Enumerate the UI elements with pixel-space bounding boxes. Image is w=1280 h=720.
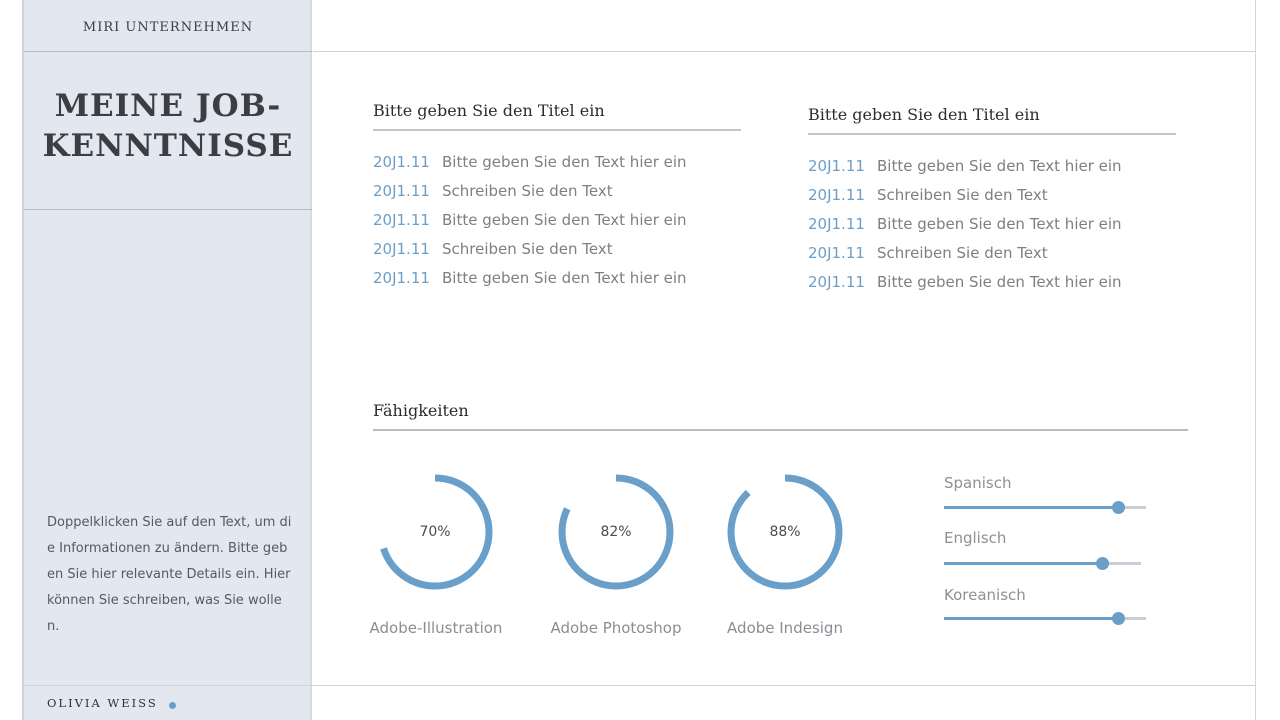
timeline-entry: 20J1.11 Schreiben Sie den Text <box>373 234 741 263</box>
entry-text: Bitte geben Sie den Text hier ein <box>442 210 687 229</box>
accent-dot-icon <box>169 702 176 709</box>
entry-year: 20J1.11 <box>808 243 865 262</box>
language-label: Koreanisch <box>944 586 1026 604</box>
column-rule <box>373 129 741 131</box>
entry-year: 20J1.11 <box>373 152 430 171</box>
slider-knob[interactable] <box>1111 612 1125 625</box>
entry-text: Bitte geben Sie den Text hier ein <box>442 152 687 171</box>
timeline-entry: 20J1.11 Schreiben Sie den Text <box>373 176 741 205</box>
timeline-entry: 20J1.11 Schreiben Sie den Text <box>808 238 1176 267</box>
skill-label: Adobe Indesign <box>727 619 843 637</box>
skill-label: Adobe-Illustration <box>369 619 503 637</box>
entry-text: Schreiben Sie den Text <box>877 243 1048 262</box>
timeline-list: 20J1.11 Bitte geben Sie den Text hier ein… <box>373 147 741 292</box>
timeline-entry: 20J1.11 Bitte geben Sie den Text hier ein <box>373 205 741 234</box>
progress-ring: 82% <box>554 470 678 594</box>
page-title-line-2: KENNTNISSE <box>42 128 294 164</box>
page-title: MEINE JOB- KENNTNISSE <box>24 86 312 166</box>
entry-year: 20J1.11 <box>808 214 865 233</box>
timeline-column-right: Bitte geben Sie den Titel ein 20J1.11 Bit… <box>808 105 1176 296</box>
slider-fill <box>944 617 1118 620</box>
entry-text: Schreiben Sie den Text <box>877 185 1048 204</box>
company-name: MIRI UNTERNEHMEN <box>82 20 254 35</box>
progress-ring: 70% <box>373 470 497 594</box>
progress-ring-percent: 88% <box>769 524 801 540</box>
timeline-entry: 20J1.11 Bitte geben Sie den Text hier ein <box>373 263 741 292</box>
language-label: Spanisch <box>944 474 1012 492</box>
frame-line-bottom <box>24 685 1256 686</box>
entry-text: Schreiben Sie den Text <box>442 181 613 200</box>
column-rule <box>808 133 1176 135</box>
skill-label: Adobe Photoshop <box>550 619 682 637</box>
entry-text: Bitte geben Sie den Text hier ein <box>877 214 1122 233</box>
column-title: Bitte geben Sie den Titel ein <box>808 105 1040 124</box>
entry-text: Bitte geben Sie den Text hier ein <box>442 268 687 287</box>
frame-line-right <box>1255 0 1256 720</box>
timeline-entry: 20J1.11 Bitte geben Sie den Text hier ein <box>373 147 741 176</box>
frame-line-top <box>313 51 1256 52</box>
slider-knob[interactable] <box>1095 557 1109 570</box>
progress-ring-percent: 70% <box>419 524 451 540</box>
entry-year: 20J1.11 <box>808 156 865 175</box>
slider-knob[interactable] <box>1111 501 1125 514</box>
timeline-entry: 20J1.11 Bitte geben Sie den Text hier ein <box>808 267 1176 296</box>
entry-year: 20J1.11 <box>373 210 430 229</box>
entry-year: 20J1.11 <box>808 272 865 291</box>
entry-text: Bitte geben Sie den Text hier ein <box>877 156 1122 175</box>
progress-ring: 88% <box>723 470 847 594</box>
entry-year: 20J1.11 <box>373 239 430 258</box>
slider-fill <box>944 562 1102 565</box>
entry-year: 20J1.11 <box>808 185 865 204</box>
entry-year: 20J1.11 <box>373 268 430 287</box>
progress-ring-percent: 82% <box>600 524 632 540</box>
entry-year: 20J1.11 <box>373 181 430 200</box>
sidebar: MIRI UNTERNEHMEN MEINE JOB- KENNTNISSE D… <box>24 0 312 720</box>
sidebar-divider <box>24 51 312 52</box>
person-name: OLIVIA WEISS <box>47 696 158 710</box>
column-title: Bitte geben Sie den Titel ein <box>373 101 605 120</box>
language-level-slider[interactable] <box>944 501 1146 514</box>
sidebar-divider <box>24 209 312 210</box>
entry-text: Bitte geben Sie den Text hier ein <box>877 272 1122 291</box>
timeline-list: 20J1.11 Bitte geben Sie den Text hier ein… <box>808 151 1176 296</box>
timeline-entry: 20J1.11 Schreiben Sie den Text <box>808 180 1176 209</box>
timeline-column-left: Bitte geben Sie den Titel ein 20J1.11 Bit… <box>373 101 741 292</box>
timeline-entry: 20J1.11 Bitte geben Sie den Text hier ein <box>808 151 1176 180</box>
timeline-entry: 20J1.11 Bitte geben Sie den Text hier ein <box>808 209 1176 238</box>
language-label: Englisch <box>944 529 1007 547</box>
page-title-line-1: MEINE JOB- <box>54 88 282 124</box>
language-level-slider[interactable] <box>944 557 1141 570</box>
skills-title: Fähigkeiten <box>373 401 469 420</box>
entry-text: Schreiben Sie den Text <box>442 239 613 258</box>
skills-rule <box>373 429 1188 431</box>
description-text: Doppelklicken Sie auf den Text, um die I… <box>47 515 292 634</box>
language-level-slider[interactable] <box>944 612 1146 625</box>
slider-fill <box>944 506 1118 509</box>
